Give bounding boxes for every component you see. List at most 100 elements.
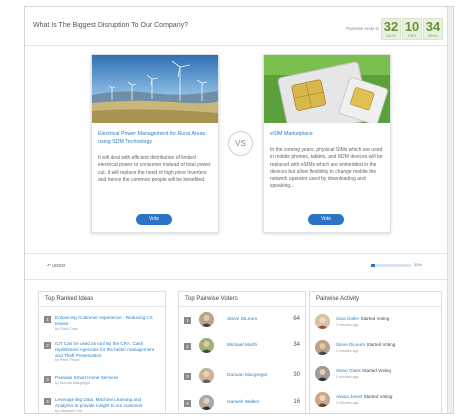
activity-user[interactable]: Sara Goller [336,316,359,321]
ranked-idea-title[interactable]: Pairwise Smart Home Services [55,375,118,380]
timer-hours: 10 HRS [402,18,422,40]
voter-name[interactable]: Duncan Macgregor [227,373,268,378]
timer-minutes: 34 MINS [423,18,443,40]
top-pairwise-voters-panel: Top Pairwise Voters 1 Steve DiLeuro 64 2… [178,291,306,413]
ranked-idea-text: Enhancing Customer experience - Reducing… [55,315,155,332]
activity-text: Steve DiLeuro Started Voting [336,342,395,347]
panel-divider [179,306,305,307]
rank-badge: 1 [44,316,51,323]
panel-title: Pairwise Activity [316,296,360,302]
avatar [315,366,330,381]
idea-image-sim-cards [264,55,390,123]
voter-row[interactable]: 3 Duncan Macgregor 30 [184,368,302,386]
voter-name[interactable]: Steve DiLeuro [227,317,257,322]
idea-card-left: Electrical Power Management for Rural Ar… [91,54,219,233]
ranked-idea-author: by Vanessa Ford [55,408,82,413]
activity-item[interactable]: Sara Goller Started Voting 2 minutes ago [315,314,440,334]
ranked-idea-author: by Chris Coss [55,326,78,331]
avatar [199,312,214,327]
voter-row[interactable]: 1 Steve DiLeuro 64 [184,312,302,330]
avatar [199,338,214,353]
rank-badge: 1 [184,317,191,324]
idea-description: It will deal with efficient distribution… [98,155,211,183]
ranked-idea-text: Leverage Big Data, Machine Learning and … [55,397,155,413]
activity-time: 2 minutes ago [336,349,359,353]
rank-badge: 3 [184,373,191,380]
pairwise-activity-panel: Pairwise Activity Sara Goller Started Vo… [309,291,442,413]
activity-time: 2 minutes ago [336,375,359,379]
voter-score: 30 [293,372,300,378]
timer-days-value: 32 [383,19,399,34]
voter-row[interactable]: 4 Hamish Walker 16 [184,395,302,413]
activity-action: Started Voting [362,368,391,373]
timer-days-unit: DAYS [385,34,397,38]
rank-badge: 4 [44,398,51,405]
progress-fill [371,264,376,267]
activity-item[interactable]: Steve DiLeuro Started Voting 2 minutes a… [315,340,440,360]
rank-badge: 2 [184,343,191,350]
activity-action: Started Voting [366,342,396,347]
avatar [315,314,330,329]
voter-row[interactable]: 2 Michael Murth 34 [184,338,302,356]
scrollbar[interactable] [447,7,453,413]
ranked-idea-text: Pairwise Smart Home Services by Duncan M… [55,375,155,386]
activity-action: Started Voting [360,316,390,321]
avatar [315,340,330,355]
timer-minutes-unit: MINS [428,34,438,38]
ranked-idea-text: IOT Can be used as tool By the CRA. Cash… [55,341,155,363]
activity-text: Alaina Jones Started Voting [336,394,392,399]
progress-bar [371,264,411,267]
activity-user[interactable]: Steve Glass [336,368,361,373]
voter-name[interactable]: Hamish Walker [227,400,259,405]
timer-minutes-value: 34 [425,19,441,34]
timer-hours-unit: HRS [408,34,416,38]
ranked-idea-title[interactable]: Leverage Big Data, Machine Learning and … [55,397,143,408]
panel-divider [310,306,441,307]
avatar [199,395,214,410]
voter-score: 64 [293,316,300,322]
vote-button[interactable]: Vote [136,214,172,225]
activity-text: Steve Glass Started Voting [336,368,391,373]
panel-divider [39,306,165,307]
question-title: What Is The Biggest Disruption To Our Co… [33,22,188,29]
idea-description: In the coming years, physical SIMs which… [270,147,383,190]
activity-time: 2 minutes ago [336,401,359,405]
activity-user[interactable]: Alaina Jones [336,394,362,399]
activity-action: Started Voting [363,394,393,399]
rank-badge: 4 [184,400,191,407]
ranked-idea-author: by Peter Peace [55,358,80,363]
voter-score: 16 [293,399,300,405]
activity-user[interactable]: Steve DiLeuro [336,342,365,347]
voter-score: 34 [293,342,300,348]
undo-label: UNDO [52,263,66,268]
ranked-idea-title[interactable]: Enhancing Customer experience - Reducing… [55,315,153,326]
idea-image-wind-turbines [92,55,218,123]
vote-button[interactable]: Vote [308,214,344,225]
avatar [315,392,330,407]
activity-time: 2 minutes ago [336,323,359,327]
panel-title: Top Pairwise Voters [185,296,238,302]
pairwise-window: What Is The Biggest Disruption To Our Co… [24,6,454,414]
activity-item[interactable]: Steve Glass Started Voting 2 minutes ago [315,366,440,386]
countdown-timer: 32 DAYS 10 HRS 34 MINS [381,18,443,40]
progress-divider [25,279,447,280]
undo-button[interactable]: ↶ UNDO [47,263,65,269]
timer-days: 32 DAYS [381,18,401,40]
activity-item[interactable]: Alaina Jones Started Voting 2 minutes ag… [315,392,440,412]
idea-card-right: eSIM Marketplace In the coming years, ph… [263,54,391,233]
ranked-idea-author: by Duncan Macgregor [55,380,91,385]
vs-badge: VS [228,131,253,156]
voter-name[interactable]: Michael Murth [227,343,257,348]
pairwise-header: What Is The Biggest Disruption To Our Co… [33,18,443,40]
undo-icon: ↶ [47,263,51,268]
idea-title[interactable]: Electrical Power Management for Rural Ar… [98,131,213,146]
progress-percent: 11% [414,262,422,267]
avatar [199,368,214,383]
rank-badge: 2 [44,342,51,349]
idea-title[interactable]: eSIM Marketplace [270,131,385,139]
ranked-idea-title[interactable]: IOT Can be used as tool By the CRA. Cash… [55,341,154,358]
ends-in-label: Pairwise ends in [346,26,379,31]
timer-hours-value: 10 [404,19,420,34]
activity-text: Sara Goller Started Voting [336,316,389,321]
cards-divider [25,253,447,254]
